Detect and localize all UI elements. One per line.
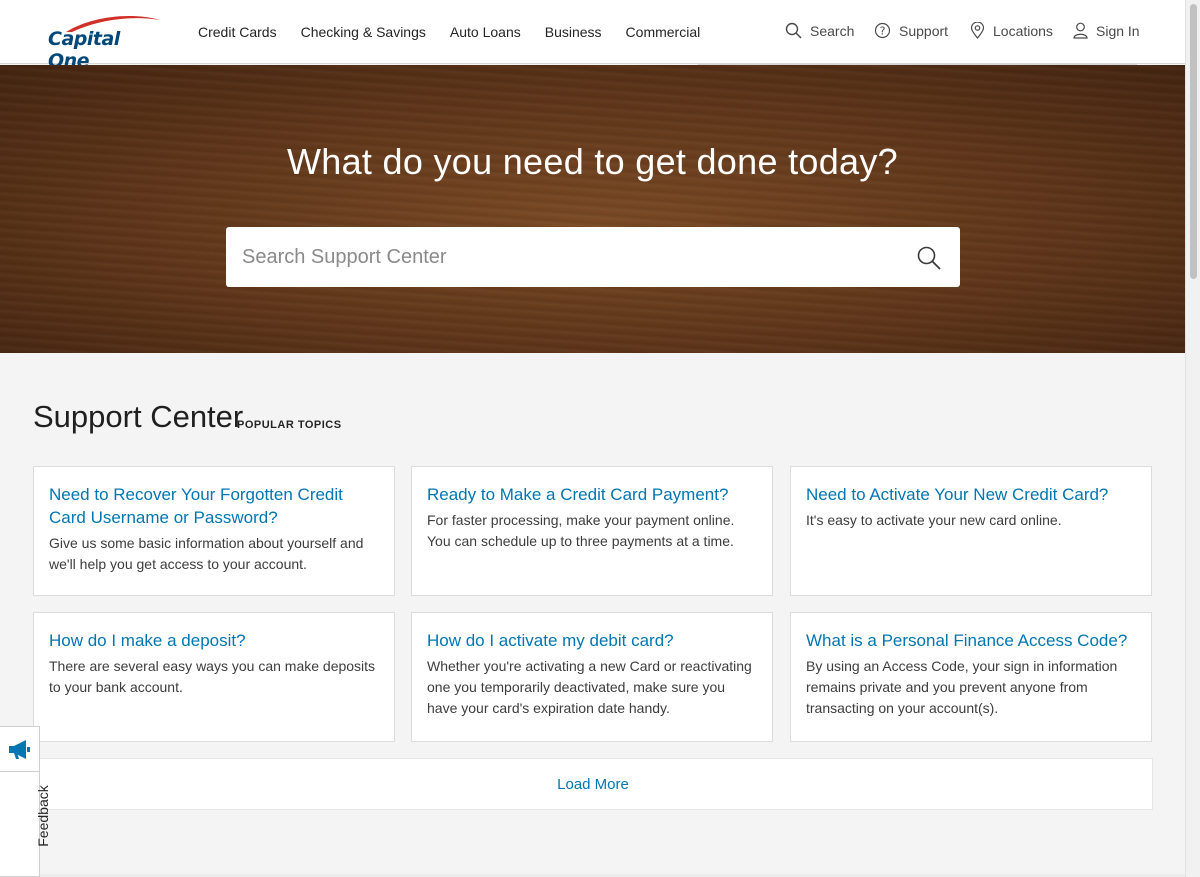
topic-card[interactable]: Need to Activate Your New Credit Card? I… (790, 466, 1152, 596)
nav-business[interactable]: Business (545, 24, 602, 40)
svg-text:?: ? (880, 25, 886, 38)
topic-card-description: Give us some basic information about you… (49, 535, 364, 572)
capital-one-logo[interactable]: Capital One (48, 14, 162, 72)
nav-credit-cards[interactable]: Credit Cards (198, 24, 277, 40)
header-support-label: Support (899, 22, 949, 39)
topic-card-title[interactable]: Need to Activate Your New Credit Card? (806, 483, 1136, 506)
support-search-box (226, 227, 960, 287)
topic-card[interactable]: How do I make a deposit? There are sever… (33, 612, 395, 742)
main-nav: Credit Cards Checking & Savings Auto Loa… (198, 24, 724, 40)
topic-card-title[interactable]: How do I activate my debit card? (427, 629, 757, 652)
topic-card-description: It's easy to activate your new card onli… (806, 512, 1062, 528)
search-icon (785, 22, 802, 39)
topic-card-description: Whether you're activating a new Card or … (427, 658, 752, 716)
feedback-tab[interactable]: Feedback (0, 772, 51, 877)
load-more-button[interactable]: Load More (33, 758, 1153, 810)
location-pin-icon (970, 22, 985, 39)
header-locations-link[interactable]: Locations (970, 22, 1053, 39)
topic-card-title[interactable]: Need to Recover Your Forgotten Credit Ca… (49, 483, 379, 529)
topic-card-description: By using an Access Code, your sign in in… (806, 658, 1118, 716)
header-locations-label: Locations (993, 22, 1053, 39)
topic-card[interactable]: Need to Recover Your Forgotten Credit Ca… (33, 466, 395, 596)
scrollbar-thumb[interactable] (1190, 4, 1197, 279)
support-search-input[interactable] (226, 227, 906, 287)
support-center-title: Support Center (33, 399, 244, 434)
hero-title: What do you need to get done today? (287, 141, 898, 182)
topic-card[interactable]: How do I activate my debit card? Whether… (411, 612, 773, 742)
feedback-label: Feedback (35, 785, 51, 847)
feedback-icon-button[interactable] (0, 726, 40, 772)
topic-card-title[interactable]: Ready to Make a Credit Card Payment? (427, 483, 757, 506)
header-support-link[interactable]: ? Support (874, 22, 948, 39)
header-sign-in-link[interactable]: Sign In (1073, 22, 1140, 39)
question-circle-icon: ? (874, 22, 891, 39)
site-header: Capital One Credit Cards Checking & Savi… (0, 0, 1185, 72)
nav-auto-loans[interactable]: Auto Loans (450, 24, 521, 40)
header-search-label: Search (810, 22, 855, 39)
megaphone-icon (9, 740, 30, 759)
topic-card[interactable]: What is a Personal Finance Access Code? … (790, 612, 1152, 742)
page-scrollbar[interactable] (1185, 0, 1200, 877)
topic-card-description: For faster processing, make your payment… (427, 512, 735, 549)
header-sign-in-label: Sign In (1096, 22, 1140, 39)
topic-card-title[interactable]: What is a Personal Finance Access Code? (806, 629, 1136, 652)
popular-topics-label: POPULAR TOPICS (237, 419, 342, 431)
nav-commercial[interactable]: Commercial (626, 24, 701, 40)
nav-checking-savings[interactable]: Checking & Savings (301, 24, 426, 40)
user-icon (1073, 22, 1088, 39)
header-search-link[interactable]: Search (785, 22, 854, 39)
hero-banner: What do you need to get done today? (0, 65, 1185, 353)
topic-card-description: There are several easy ways you can make… (49, 658, 376, 695)
topic-card[interactable]: Ready to Make a Credit Card Payment? For… (411, 466, 773, 596)
topic-card-title[interactable]: How do I make a deposit? (49, 629, 379, 652)
search-icon[interactable] (916, 245, 942, 271)
